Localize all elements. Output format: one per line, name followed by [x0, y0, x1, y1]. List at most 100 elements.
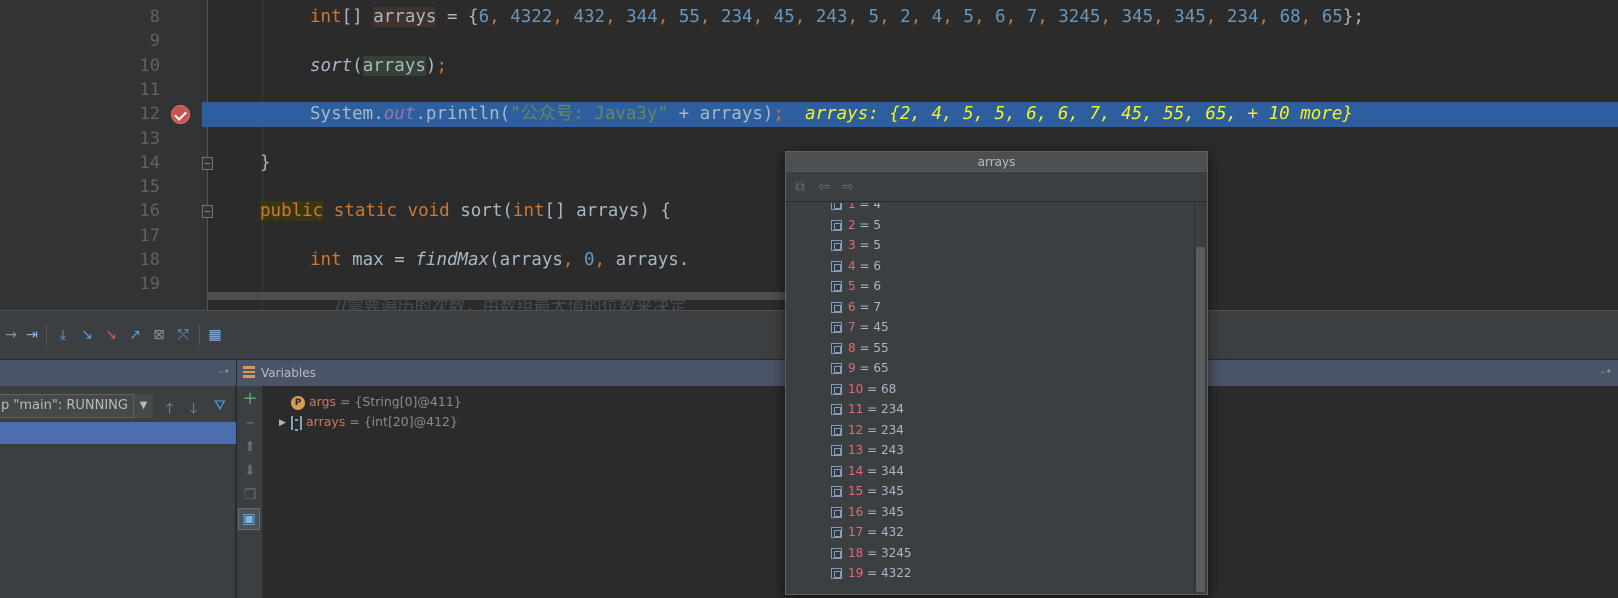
array-element-row[interactable]: 14 = 344 [831, 461, 904, 482]
add-to-watches-icon[interactable]: ⧉ [791, 179, 809, 195]
thread-select[interactable]: p "main": RUNNING [0, 394, 153, 418]
field-icon [831, 301, 842, 313]
gutter-line[interactable]: 11 [130, 78, 208, 103]
field-icon [831, 240, 842, 251]
array-index: 7 [848, 320, 856, 334]
array-value: = 4322 [863, 566, 912, 580]
run-to-cursor-icon[interactable]: ⤲ [174, 326, 192, 344]
code-token: 6 [478, 7, 490, 27]
parameter-icon: P [291, 395, 305, 410]
code-token: 45 [773, 7, 795, 27]
variable-row[interactable]: Pargs = {String[0]@411} [279, 392, 462, 412]
array-index: 8 [848, 340, 856, 355]
smart-step-into-icon[interactable]: ↘ [102, 326, 120, 344]
code-token: ; [436, 56, 448, 76]
gutter-line[interactable]: 18 [130, 248, 208, 273]
step-over-icon[interactable]: ⇥ [23, 326, 41, 344]
array-element-row[interactable]: 13 = 243 [831, 440, 904, 461]
frame-down-icon[interactable]: 🡓 [190, 398, 197, 422]
array-element-row[interactable]: 2 = 5 [831, 215, 881, 236]
code-token: 345 [1121, 7, 1154, 27]
move-up-icon[interactable]: ⬆ [241, 438, 259, 456]
code-token: , [1037, 7, 1059, 27]
array-index: 6 [848, 299, 856, 314]
gutter-line[interactable]: 16 [130, 199, 213, 224]
array-element-row[interactable]: 4 = 6 [831, 256, 881, 277]
expand-arrow-icon[interactable]: ▶ [279, 413, 291, 433]
show-execution-point-icon[interactable]: → [2, 326, 20, 344]
array-value: = 68 [863, 381, 897, 396]
drop-frame-icon[interactable]: ⊠ [150, 326, 168, 344]
show-watches-icon[interactable]: ▣ [238, 508, 260, 530]
code-token: (arrays [489, 250, 563, 270]
pin-icon[interactable]: –• [218, 365, 230, 378]
gutter-line[interactable]: 9 [130, 29, 208, 54]
chevron-down-icon[interactable]: ▼ [133, 394, 153, 418]
move-down-icon[interactable]: ⬇ [241, 462, 259, 480]
step-out-icon[interactable]: ↗ [126, 326, 144, 344]
code-token: , [1005, 7, 1027, 27]
array-element-row[interactable]: 19 = 4322 [831, 563, 912, 584]
array-element-row[interactable]: 9 = 65 [831, 358, 889, 379]
editor-gutter[interactable]: 8 9 10 11 12 13 14 15 16 17 18 19 [130, 0, 213, 310]
popup-toolbar: ⧉ ⇦ ⇨ [786, 173, 1207, 202]
gutter-line[interactable]: 14 [130, 151, 213, 176]
array-element-row[interactable]: 3 = 5 [831, 235, 881, 256]
array-element-row[interactable]: 6 = 7 [831, 297, 881, 318]
field-icon [831, 260, 842, 272]
array-element-row[interactable]: 1 = 4 [831, 203, 881, 215]
gutter-line[interactable]: 17 [130, 224, 208, 249]
code-token: , [752, 7, 774, 27]
code-token: , [910, 7, 932, 27]
pin-icon[interactable]: –• [1600, 365, 1612, 378]
array-index: 12 [848, 422, 864, 437]
step-into-icon[interactable]: ⤓ [54, 326, 72, 344]
array-value: = 432 [863, 525, 904, 539]
array-element-row[interactable]: 8 = 55 [831, 338, 889, 359]
line-number: 11 [139, 80, 160, 100]
code-token: , [605, 7, 627, 27]
remove-watch-icon[interactable]: – [241, 414, 259, 432]
comment-line-faded: //需要遍历的次数，由数组最大值的位数来决定 [335, 297, 687, 310]
selected-frame-row[interactable] [0, 422, 236, 444]
gutter-line[interactable]: 12 [130, 102, 208, 127]
line-number: 9 [149, 31, 160, 51]
array-element-row[interactable]: 18 = 3245 [831, 543, 912, 564]
array-element-row[interactable]: 16 = 345 [831, 502, 904, 523]
gutter-line[interactable]: 8 [130, 5, 208, 30]
filter-icon[interactable]: ⛛ [214, 398, 226, 414]
field-icon [831, 404, 842, 415]
frame-up-icon[interactable]: 🡑 [166, 398, 173, 422]
code-token: , [847, 7, 869, 27]
evaluate-expression-icon[interactable]: ▦ [206, 326, 224, 344]
code-token: , [489, 7, 511, 27]
array-element-row[interactable]: 5 = 6 [831, 276, 881, 297]
code-token: + arrays) [668, 104, 774, 124]
duplicate-icon[interactable]: ❐ [241, 486, 259, 504]
gutter-line[interactable]: 13 [130, 127, 208, 152]
code-token: static [333, 201, 397, 221]
line-number: 14 [139, 153, 160, 173]
array-value: = 243 [863, 443, 904, 457]
array-element-row[interactable]: 17 = 432 [831, 522, 904, 543]
gutter-line[interactable]: 15 [130, 175, 208, 200]
forward-icon[interactable]: ⇨ [839, 179, 857, 195]
array-index: 10 [848, 381, 864, 396]
array-icon [291, 415, 302, 431]
array-element-row[interactable]: 15 = 345 [831, 481, 904, 502]
back-icon[interactable]: ⇦ [815, 179, 833, 195]
gutter-line[interactable]: 19 [130, 272, 208, 297]
popup-scrollbar-thumb[interactable] [1196, 247, 1205, 592]
variable-row[interactable]: ▶ arrays = {int[20]@412} [279, 412, 458, 432]
breakpoint-icon[interactable] [171, 105, 190, 124]
array-element-row[interactable]: 7 = 45 [831, 317, 889, 338]
gutter-line[interactable]: 10 [130, 54, 208, 79]
array-element-row[interactable]: 11 = 234 [831, 399, 904, 420]
array-element-row[interactable]: 10 = 68 [831, 379, 896, 400]
new-watch-icon[interactable]: + [241, 390, 259, 408]
force-step-into-icon[interactable]: ↘ [78, 326, 96, 344]
array-element-row[interactable]: 12 = 234 [831, 420, 904, 441]
field-icon [831, 281, 842, 292]
